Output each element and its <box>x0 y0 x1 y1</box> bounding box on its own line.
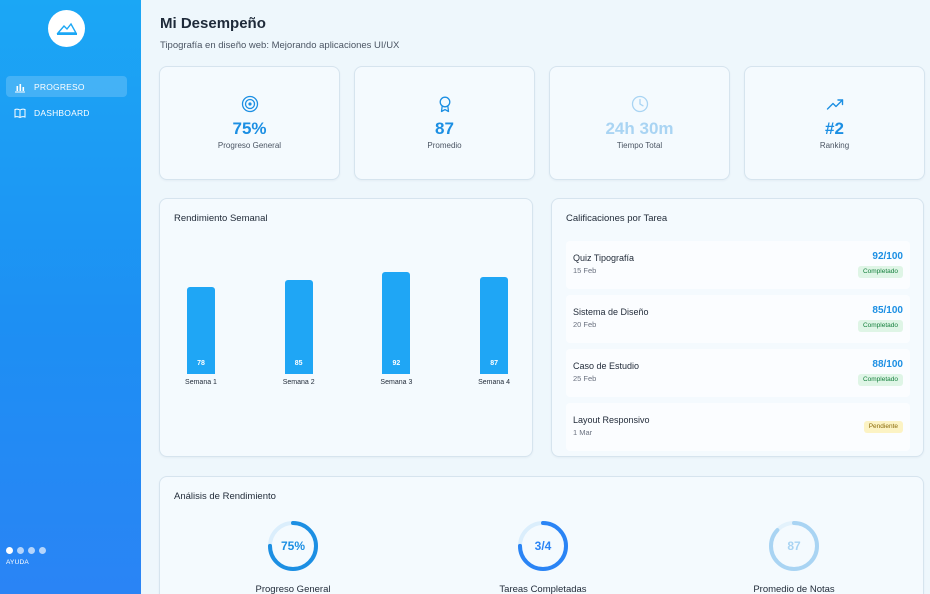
bar-value-label: 87 <box>490 360 498 367</box>
grade-name: Caso de Estudio <box>573 361 640 371</box>
grades-card: Calificaciones por Tarea Quiz Tipografía… <box>551 198 924 457</box>
page-title: Mi Desempeño <box>160 15 266 32</box>
progress-ring: 75% <box>266 519 320 573</box>
ring-value: 3/4 <box>534 539 552 553</box>
grade-date: 15 Feb <box>573 266 597 275</box>
award-icon <box>355 95 534 113</box>
stat-value: 87 <box>435 119 454 138</box>
ring-label: Promedio de Notas <box>753 584 835 594</box>
book-icon <box>14 107 26 119</box>
grade-name: Quiz Tipografía <box>573 253 635 263</box>
bar-value-label: 85 <box>294 360 303 367</box>
grade-name: Layout Responsivo <box>573 415 650 425</box>
ring-label: Tareas Completadas <box>499 584 587 594</box>
bar-category-label: Semana 4 <box>478 379 511 386</box>
ring-value: 87 <box>787 539 801 553</box>
section-title: Análisis de Rendimiento <box>174 491 276 502</box>
status-badge: Completado <box>857 320 903 332</box>
analysis-card: Análisis de Rendimiento 75% Progreso Gen… <box>159 476 924 594</box>
status-badge: Completado <box>857 266 903 278</box>
logo[interactable] <box>48 10 85 47</box>
bar-chart-icon <box>14 81 26 93</box>
status-badge: Pendiente <box>863 421 903 433</box>
pagination-dot[interactable] <box>28 547 35 554</box>
pagination-dot[interactable] <box>39 547 46 554</box>
grade-date: 25 Feb <box>573 374 597 383</box>
stat-label: Progreso General <box>217 141 282 150</box>
bar-category-label: Semana 2 <box>282 379 315 386</box>
section-title: Calificaciones por Tarea <box>566 213 668 224</box>
sidebar-item-progreso[interactable]: PROGRESO <box>6 76 127 97</box>
sidebar-item-label: DASHBOARD <box>34 107 90 118</box>
grade-name: Sistema de Diseño <box>573 307 649 317</box>
stat-value: #2 <box>825 119 844 138</box>
grade-date: 20 Feb <box>573 320 597 329</box>
pagination-dot[interactable] <box>6 547 13 554</box>
grade-score: 85/100 <box>872 305 903 316</box>
stat-card-time: 24h 30m Tiempo Total <box>549 66 730 180</box>
chart-bar <box>382 271 411 374</box>
stat-card-ranking: #2 Ranking <box>744 66 925 180</box>
page-subtitle: Tipografía en diseño web: Mejorando apli… <box>160 40 400 51</box>
grade-item[interactable]: Layout Responsivo 1 Mar Pendiente <box>566 403 910 451</box>
grade-date: 1 Mar <box>573 428 593 437</box>
stat-value: 75% <box>232 119 267 138</box>
sidebar-item-dashboard[interactable]: DASHBOARD <box>6 102 127 123</box>
bar-value-label: 92 <box>392 360 401 367</box>
target-icon <box>160 95 339 113</box>
grade-item[interactable]: Sistema de Diseño 20 Feb 85/100 Completa… <box>566 295 910 343</box>
bar-category-label: Semana 1 <box>185 379 217 386</box>
ring-value: 75% <box>280 539 306 553</box>
stat-label: Tiempo Total <box>616 141 663 150</box>
stat-label: Promedio <box>427 141 462 150</box>
stat-label: Ranking <box>819 141 850 150</box>
ring-label: Progreso General <box>255 584 331 594</box>
grade-item[interactable]: Caso de Estudio 25 Feb 88/100 Completado <box>566 349 910 397</box>
bar-chart: 78 Semana 1 85 Semana 2 92 Semana 3 87 Semana 4 <box>160 199 534 458</box>
clock-icon <box>550 95 729 113</box>
logo-icon <box>55 22 77 35</box>
pagination-dots <box>6 547 46 554</box>
grade-score: 88/100 <box>872 359 903 370</box>
sidebar: PROGRESO DASHBOARD AYUDA <box>0 0 141 594</box>
weekly-performance-card: Rendimiento Semanal 78 Semana 1 85 Semana 2… <box>159 198 533 457</box>
stat-card-progress: 75% Progreso General <box>159 66 340 180</box>
help-link[interactable]: AYUDA <box>6 559 29 566</box>
tasks-ring: 3/4 <box>516 519 570 573</box>
grade-score: 92/100 <box>872 251 903 262</box>
sidebar-item-label: PROGRESO <box>34 81 85 92</box>
grade-item[interactable]: Quiz Tipografía 15 Feb 92/100 Completado <box>566 241 910 289</box>
status-badge: Completado <box>857 374 903 386</box>
trending-up-icon <box>745 95 924 113</box>
stat-value: 24h 30m <box>605 119 674 138</box>
grades-ring: 87 <box>767 519 821 573</box>
stat-card-average: 87 Promedio <box>354 66 535 180</box>
pagination-dot[interactable] <box>17 547 24 554</box>
bar-category-label: Semana 3 <box>380 379 413 386</box>
bar-value-label: 78 <box>197 360 205 367</box>
